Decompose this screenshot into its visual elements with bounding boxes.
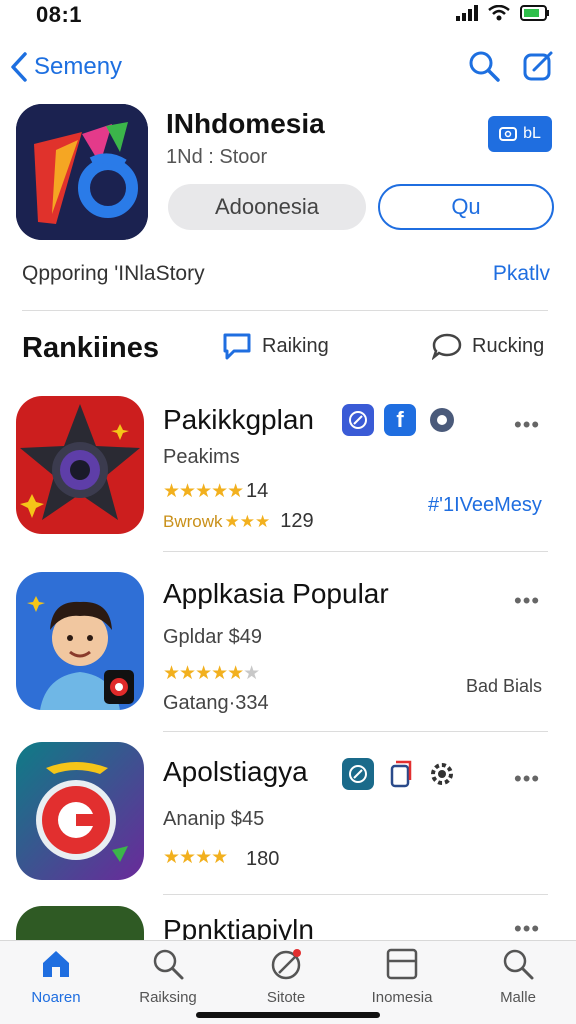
- status-bar: 08:1: [0, 0, 576, 30]
- list-item[interactable]: Applkasia Popular ••• Gpldar $49 ★★★★★★ …: [0, 572, 576, 722]
- app-name: Apolstiagya: [163, 756, 308, 787]
- info-row: Qpporing 'INlaStory Pkatlv: [0, 262, 576, 292]
- gear-icon: [426, 404, 458, 436]
- app-meta: Gatang·334: [163, 692, 269, 714]
- tab-ranking[interactable]: Raiksing: [118, 947, 218, 1006]
- tab-inomesia[interactable]: Inomesia: [352, 947, 452, 1006]
- tab-ranking-label: Raiksing: [139, 989, 197, 1006]
- filled-stars: ★★★★★: [163, 663, 244, 684]
- app-thumbnail: [16, 906, 144, 940]
- app-subtitle: Gpldar $49: [163, 626, 262, 648]
- signal-icon: [456, 5, 478, 21]
- app-icon-group: f: [342, 404, 458, 436]
- list-item[interactable]: Apolstiagya ••• Ananip $45 ★★★★ 180: [0, 742, 576, 892]
- tab-rucking[interactable]: Rucking: [432, 332, 544, 360]
- app-tag: Bad Bials: [466, 676, 543, 696]
- divider: [163, 551, 548, 552]
- app-thumbnail: [16, 742, 144, 880]
- home-icon: [43, 951, 69, 977]
- tab-inomesia-label: Inomesia: [371, 989, 433, 1006]
- window-icon: [386, 948, 418, 980]
- app-thumbnail: [16, 396, 144, 534]
- more-options-icon[interactable]: •••: [514, 916, 540, 940]
- divider: [163, 731, 548, 732]
- compose-icon[interactable]: [522, 50, 554, 82]
- app-header: INhdomesia 1Nd : Stoor bL Adoonesia Qu: [0, 100, 576, 250]
- magnifier-icon: [503, 949, 534, 980]
- copy-icon: [384, 758, 416, 790]
- chevron-left-icon: [11, 52, 27, 82]
- app-name: Ppnktiapiyln: [163, 914, 314, 940]
- star-rating: ★★★★★: [163, 481, 244, 502]
- secondary-stars: ★★★: [224, 511, 271, 531]
- home-indicator: [196, 1012, 380, 1018]
- info-left-text: Qpporing 'INlaStory: [22, 262, 205, 285]
- secondary-count: 129: [280, 510, 314, 532]
- secondary-pill-button[interactable]: Qu: [378, 184, 554, 230]
- tab-sitote-label: Sitote: [266, 989, 306, 1006]
- more-options-icon[interactable]: •••: [514, 588, 540, 614]
- app-icon-group: [342, 758, 458, 790]
- secondary-rating: Bwrowk ★★★ 129: [163, 510, 314, 533]
- primary-pill-button[interactable]: Adoonesia: [168, 184, 366, 230]
- badge-label: bL: [523, 125, 541, 142]
- more-options-icon[interactable]: •••: [514, 412, 540, 438]
- tab-malle-label: Malle: [500, 989, 536, 1006]
- facebook-icon: f: [384, 404, 416, 436]
- status-time: 08:1: [36, 2, 83, 27]
- search-icon[interactable]: [468, 50, 500, 82]
- app-name: Pakikkgplan: [163, 404, 314, 435]
- search-icon: [153, 949, 184, 980]
- tab-home[interactable]: Noaren: [6, 947, 106, 1006]
- chat-icon: [223, 333, 251, 360]
- speech-bubble-icon: [432, 333, 462, 360]
- divider: [163, 894, 548, 895]
- compass-icon: [342, 404, 374, 436]
- tab-sitote[interactable]: Sitote: [236, 947, 336, 1006]
- empty-star: ★: [243, 663, 260, 684]
- secondary-label: Bwrowk: [163, 511, 223, 531]
- tab-ranking-label: Raiking: [262, 334, 329, 357]
- wifi-icon: [488, 5, 510, 21]
- list-item[interactable]: Ppnktiapiyln •••: [0, 906, 576, 940]
- compass-icon: [271, 949, 301, 980]
- app-title: INhdomesia: [166, 108, 325, 139]
- compass-icon: [342, 758, 374, 790]
- app-subtitle: Ananip $45: [163, 808, 265, 830]
- app-subtitle: 1Nd : Stoor: [166, 146, 268, 168]
- star-rating: ★★★★★★: [163, 662, 260, 685]
- divider: [22, 310, 548, 311]
- battery-icon: [520, 5, 549, 21]
- rating-count: 180: [246, 848, 280, 870]
- rankings-title: Rankiines: [22, 332, 159, 364]
- list-item[interactable]: Pakikkgplan f ••• Peakims ★★★★★ 14 Bwrow…: [0, 396, 576, 546]
- more-options-icon[interactable]: •••: [514, 766, 540, 792]
- screen-icon: [499, 127, 518, 141]
- tab-malle[interactable]: Malle: [468, 947, 568, 1006]
- tab-home-label: Noaren: [31, 989, 81, 1006]
- tab-rucking-label: Rucking: [472, 334, 545, 357]
- navigation-bar: Semeny: [0, 44, 576, 92]
- app-thumbnail: [16, 572, 144, 710]
- star-rating: ★★★★: [163, 847, 228, 868]
- tab-ranking[interactable]: Raiking: [222, 332, 329, 360]
- rankings-header: Rankiines Raiking Rucking: [0, 326, 576, 372]
- app-name: Applkasia Popular: [163, 578, 389, 609]
- badge-button[interactable]: bL: [488, 116, 552, 152]
- back-label: Semeny: [34, 53, 123, 80]
- app-logo-icon[interactable]: [16, 104, 148, 240]
- app-tag[interactable]: #'1IVeeMesy: [428, 494, 542, 517]
- app-subtitle: Peakims: [163, 446, 240, 468]
- gear-icon: [426, 758, 458, 790]
- status-icons: [456, 5, 550, 21]
- info-right-link[interactable]: Pkatlv: [493, 262, 550, 286]
- back-button[interactable]: Semeny: [10, 52, 122, 82]
- rating-count: 14: [246, 480, 269, 502]
